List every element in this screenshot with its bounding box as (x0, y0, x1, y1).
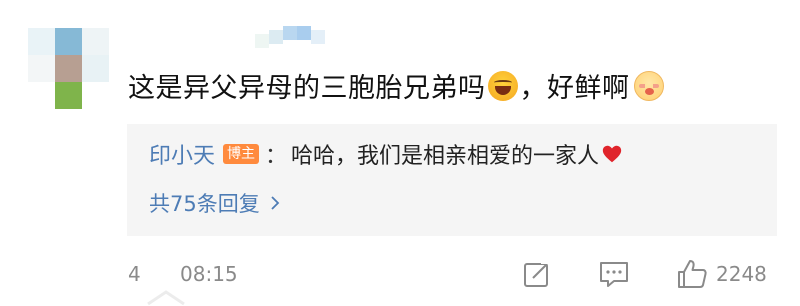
comment-button[interactable] (598, 258, 630, 290)
share-button[interactable] (522, 258, 552, 290)
more-replies-label: 共75条回复 (149, 192, 260, 216)
shy-emoji-icon (633, 70, 664, 101)
heart-icon (602, 145, 622, 163)
thumbs-up-icon (678, 260, 707, 288)
reply-colon: ： (265, 144, 288, 169)
comment-text-part2: ，好鲜啊 (519, 73, 630, 104)
blogger-badge: 博主 (223, 144, 260, 164)
share-icon (524, 260, 549, 287)
avatar[interactable] (28, 28, 110, 110)
comment-text: 这是异父异母的三胞胎兄弟吗 ，好鲜啊 (128, 66, 666, 105)
comment-card: 这是异父异母的三胞胎兄弟吗 ，好鲜啊 印小天 博主 ： 哈哈，我们是相亲相爱的一… (0, 0, 800, 306)
comment-time: 08:15 (180, 262, 238, 286)
floor-number: 4 (128, 262, 141, 286)
comment-text-part1: 这是异父异母的三胞胎兄弟吗 (128, 73, 486, 104)
like-button[interactable]: 2248 (676, 258, 767, 290)
reply-author[interactable]: 印小天 (149, 138, 215, 170)
comment-icon (600, 262, 628, 287)
username-blurred[interactable] (255, 26, 325, 48)
like-count: 2248 (716, 262, 767, 286)
reply-text: 哈哈，我们是相亲相爱的一家人 (291, 144, 600, 169)
reply-box[interactable]: 印小天 博主 ： 哈哈，我们是相亲相爱的一家人 共75条回复 (127, 124, 777, 236)
laugh-emoji-icon (487, 70, 518, 101)
chevron-right-icon (271, 196, 280, 210)
comment-footer: 4 08:15 2248 (128, 258, 778, 290)
more-replies-link[interactable]: 共75条回复 (149, 188, 280, 218)
watermark (146, 290, 186, 306)
reply-line: 印小天 博主 ： 哈哈，我们是相亲相爱的一家人 (149, 138, 623, 170)
